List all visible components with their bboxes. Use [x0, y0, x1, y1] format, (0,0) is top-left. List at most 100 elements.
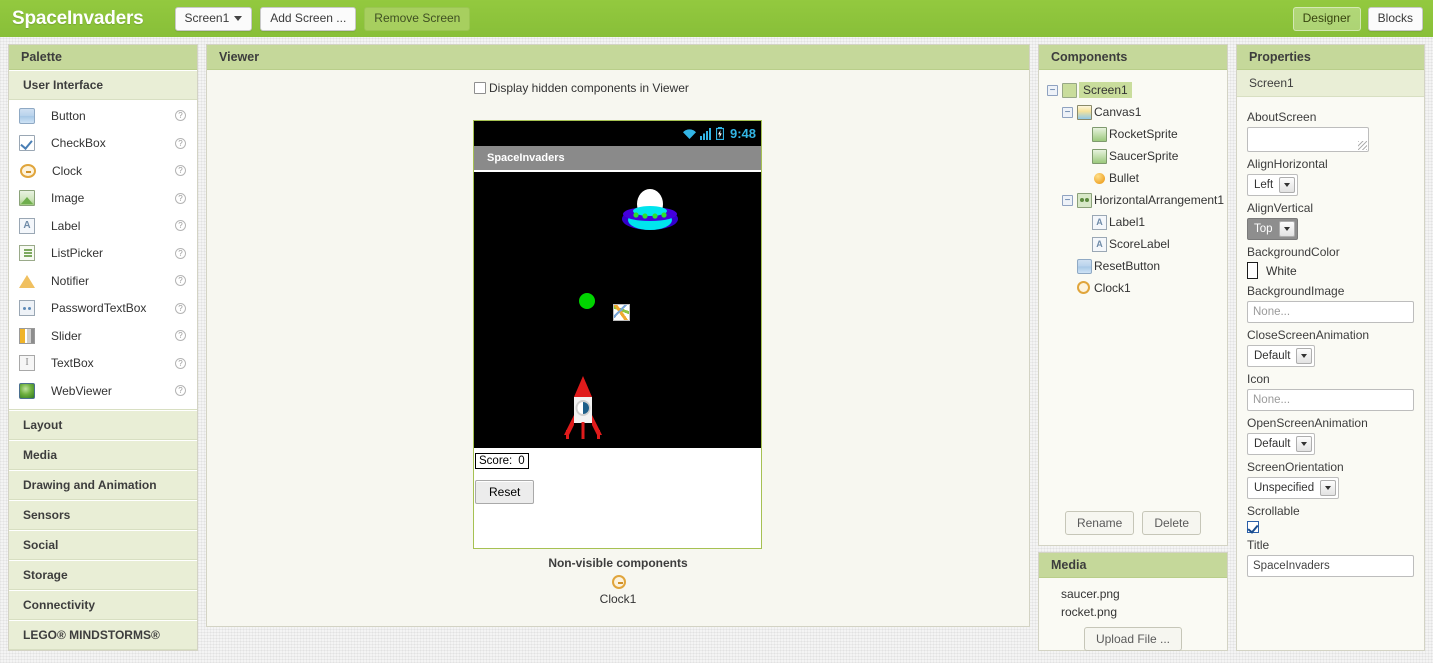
- bullet-sprite[interactable]: [579, 293, 595, 309]
- chevron-down-icon[interactable]: [1278, 221, 1295, 237]
- tree-node-scorelabel[interactable]: A ScoreLabel: [1047, 233, 1227, 255]
- tree-node-canvas1[interactable]: − Canvas1: [1047, 101, 1227, 123]
- tree-node-rocketsprite[interactable]: RocketSprite: [1047, 123, 1227, 145]
- chevron-down-icon[interactable]: [1296, 348, 1313, 364]
- palette-item-image[interactable]: Image ?: [9, 185, 197, 213]
- palette-item-button[interactable]: Button ?: [9, 102, 197, 130]
- property-label-screenorientation: ScreenOrientation: [1247, 460, 1344, 474]
- rocket-sprite[interactable]: [561, 375, 605, 440]
- expander-icon[interactable]: −: [1047, 84, 1058, 96]
- screenorientation-select[interactable]: Unspecified: [1247, 477, 1340, 499]
- tree-node-screen1[interactable]: − Screen1: [1047, 79, 1227, 101]
- clock-icon: [1077, 280, 1092, 296]
- saucer-sprite[interactable]: [621, 188, 679, 236]
- chevron-down-icon[interactable]: [1279, 177, 1296, 193]
- tree-node-label: SaucerSprite: [1109, 149, 1179, 163]
- signal-bars-icon: [699, 128, 711, 140]
- rename-component-button[interactable]: Rename: [1064, 511, 1135, 535]
- palette-item-passwordtextbox[interactable]: PasswordTextBox ?: [9, 295, 197, 323]
- designer-tab-button[interactable]: Designer: [1292, 6, 1361, 31]
- palette-item-label[interactable]: A Label ?: [9, 212, 197, 240]
- color-swatch[interactable]: [1247, 262, 1258, 279]
- property-label-closescreenanimation: CloseScreenAnimation: [1247, 328, 1370, 342]
- palette-item-clock[interactable]: Clock ?: [9, 157, 197, 185]
- sprite-icon: [1092, 148, 1107, 164]
- palette-section-layout[interactable]: Layout: [9, 409, 197, 440]
- broken-image-placeholder-icon[interactable]: [613, 304, 630, 321]
- button-icon: [1077, 258, 1092, 274]
- tree-node-horizontalarrangement1[interactable]: − HorizontalArrangement1: [1047, 189, 1227, 211]
- delete-component-button[interactable]: Delete: [1142, 511, 1202, 535]
- screen-selector-dropdown[interactable]: Screen1: [174, 6, 253, 31]
- title-field[interactable]: SpaceInvaders: [1247, 555, 1414, 577]
- property-label-alignhorizontal: AlignHorizontal: [1247, 157, 1328, 171]
- help-icon[interactable]: ?: [175, 247, 186, 259]
- palette-section-sensors[interactable]: Sensors: [9, 499, 197, 530]
- palette-item-checkbox[interactable]: CheckBox ?: [9, 130, 197, 158]
- help-icon[interactable]: ?: [175, 165, 186, 177]
- image-icon: [19, 190, 35, 207]
- scrollable-checkbox[interactable]: [1247, 521, 1259, 533]
- chevron-down-icon[interactable]: [1320, 480, 1337, 496]
- backgroundcolor-picker[interactable]: White: [1247, 262, 1414, 279]
- palette-item-slider[interactable]: Slider ?: [9, 322, 197, 350]
- icon-field[interactable]: None...: [1247, 389, 1414, 411]
- help-icon[interactable]: ?: [175, 357, 186, 369]
- help-icon[interactable]: ?: [175, 192, 186, 204]
- tree-node-label1[interactable]: A Label1: [1047, 211, 1227, 233]
- horizontal-arrangement1-preview[interactable]: Score: 0: [475, 453, 529, 469]
- display-hidden-components-checkbox[interactable]: [474, 82, 486, 94]
- remove-screen-button[interactable]: Remove Screen: [364, 6, 471, 31]
- canvas1-preview[interactable]: [474, 172, 761, 448]
- help-icon[interactable]: ?: [175, 302, 186, 314]
- component-tree: − Screen1 − Canvas1 RocketSprite SaucerS…: [1039, 70, 1227, 299]
- help-icon[interactable]: ?: [175, 385, 186, 397]
- blocks-tab-button[interactable]: Blocks: [1367, 6, 1423, 31]
- palette-section-storage[interactable]: Storage: [9, 559, 197, 590]
- palette-item-label: Slider: [51, 328, 82, 343]
- phone-title-bar: SpaceInvaders: [474, 146, 761, 172]
- closescreenanimation-select[interactable]: Default: [1247, 345, 1316, 367]
- palette-item-textbox[interactable]: I TextBox ?: [9, 350, 197, 378]
- help-icon[interactable]: ?: [175, 275, 186, 287]
- tree-node-clock1[interactable]: Clock1: [1047, 277, 1227, 299]
- viewer-panel: Viewer Display hidden components in View…: [206, 44, 1030, 627]
- expander-icon[interactable]: −: [1062, 106, 1073, 118]
- phone-status-bar: 9:48: [474, 121, 761, 146]
- palette-item-listpicker[interactable]: ListPicker ?: [9, 240, 197, 268]
- openscreenanimation-select[interactable]: Default: [1247, 433, 1316, 455]
- palette-item-notifier[interactable]: Notifier ?: [9, 267, 197, 295]
- non-visible-component-clock1[interactable]: Clock1: [207, 574, 1029, 606]
- palette-section-user-interface[interactable]: User Interface: [9, 70, 197, 100]
- media-file-item[interactable]: saucer.png: [1039, 585, 1227, 603]
- tree-node-label: RocketSprite: [1109, 127, 1178, 141]
- alignhorizontal-select[interactable]: Left: [1247, 174, 1299, 196]
- palette-item-webviewer[interactable]: WebViewer ?: [9, 377, 197, 405]
- media-file-item[interactable]: rocket.png: [1039, 603, 1227, 621]
- tree-node-resetbutton[interactable]: ResetButton: [1047, 255, 1227, 277]
- upload-file-button[interactable]: Upload File ...: [1083, 627, 1183, 651]
- palette-section-media[interactable]: Media: [9, 439, 197, 470]
- reset-button-preview[interactable]: Reset: [475, 480, 535, 504]
- battery-icon: [715, 127, 724, 140]
- palette-section-drawing-and-animation[interactable]: Drawing and Animation: [9, 469, 197, 500]
- openscreenanimation-value: Default: [1254, 438, 1291, 450]
- palette-section-lego-mindstorms[interactable]: LEGO® MINDSTORMS®: [9, 619, 197, 650]
- alignvertical-select[interactable]: Top: [1247, 218, 1298, 240]
- backgroundimage-field[interactable]: None...: [1247, 301, 1414, 323]
- display-hidden-components-toggle[interactable]: Display hidden components in Viewer: [474, 81, 689, 95]
- help-icon[interactable]: ?: [175, 137, 186, 149]
- help-icon[interactable]: ?: [175, 330, 186, 342]
- tree-node-bullet[interactable]: Bullet: [1047, 167, 1227, 189]
- add-screen-button[interactable]: Add Screen ...: [260, 6, 357, 31]
- wifi-icon: [682, 129, 696, 139]
- chevron-down-icon[interactable]: [1296, 436, 1313, 452]
- palette-item-label: TextBox: [51, 356, 94, 371]
- palette-section-connectivity[interactable]: Connectivity: [9, 589, 197, 620]
- expander-icon[interactable]: −: [1062, 194, 1073, 206]
- palette-section-social[interactable]: Social: [9, 529, 197, 560]
- help-icon[interactable]: ?: [175, 110, 186, 122]
- aboutscreen-textarea[interactable]: [1247, 127, 1369, 152]
- help-icon[interactable]: ?: [175, 220, 186, 232]
- tree-node-saucersprite[interactable]: SaucerSprite: [1047, 145, 1227, 167]
